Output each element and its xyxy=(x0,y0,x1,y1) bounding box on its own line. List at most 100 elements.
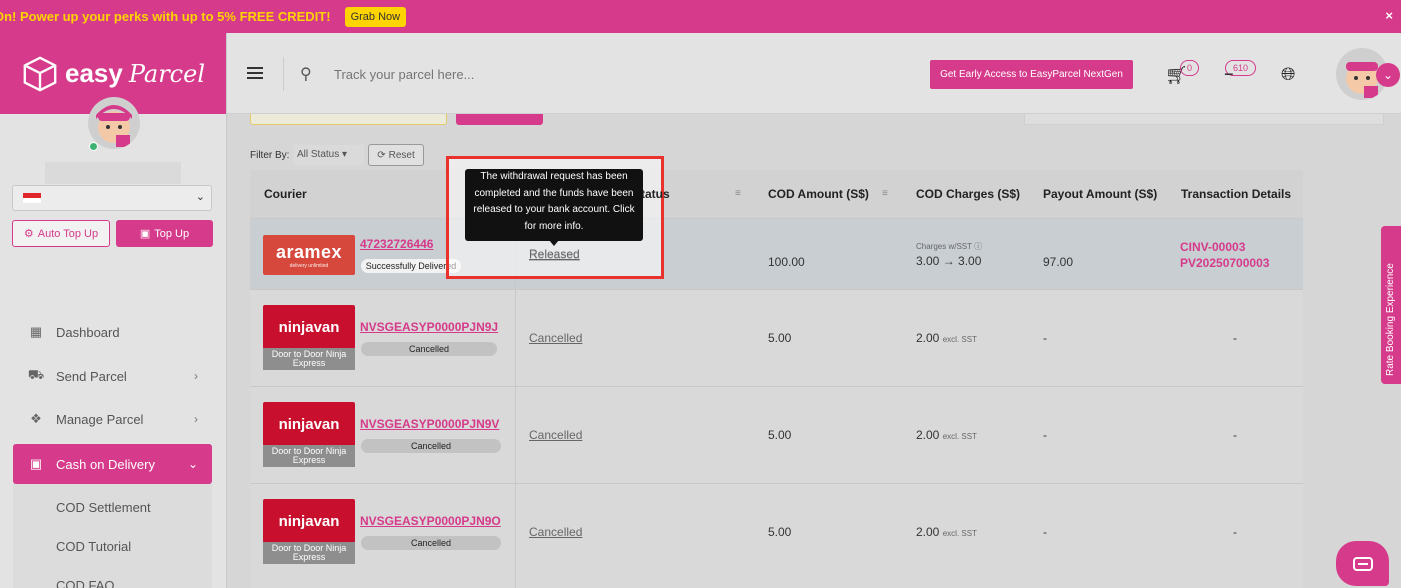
profile-chevron-down-icon[interactable]: ⌄ xyxy=(1376,63,1400,87)
transaction-details: - xyxy=(1233,428,1237,442)
col-cod-amount[interactable]: COD Amount (S$) xyxy=(768,187,869,201)
grab-now-button[interactable]: Grab Now xyxy=(344,6,407,27)
auto-top-up-label: Auto Top Up xyxy=(37,227,99,240)
tooltip-arrow xyxy=(549,240,559,246)
tracking-link[interactable]: NVSGEASYP0000PJN9J xyxy=(360,320,498,334)
table-row: ninjavan Door to Door Ninja Express NVSG… xyxy=(250,386,1303,483)
logo-script: Parcel xyxy=(128,59,205,88)
sidebar: easy Parcel ⌄ ⚙ Auto Top Up ▣ Top Up ▦ D… xyxy=(0,33,227,588)
payout-status-link[interactable]: Cancelled xyxy=(529,331,582,345)
chevron-right-icon: › xyxy=(194,369,198,383)
header-divider xyxy=(283,57,284,91)
ninjavan-logo: ninjavan xyxy=(263,402,355,446)
cod-charges: 2.00 excl. SST xyxy=(916,331,977,345)
close-icon[interactable]: × xyxy=(1385,8,1393,23)
sidebar-subitem-cod-settlement[interactable]: COD Settlement xyxy=(56,500,151,515)
excl-sst-label: excl. SST xyxy=(942,529,977,538)
ninjavan-logo: ninjavan xyxy=(263,305,355,349)
gear-icon: ⚙ xyxy=(23,228,34,240)
service-tag: Door to Door Ninja Express xyxy=(263,542,355,564)
avatar[interactable] xyxy=(88,97,140,149)
table-header: Courier ≡ COD Amount (S$) ≡ COD Charges … xyxy=(250,170,1303,218)
country-select[interactable]: ⌄ xyxy=(12,185,212,211)
avatar-illustration-icon xyxy=(96,105,132,147)
promo-banner: On! Power up your perks with up to 5% FR… xyxy=(0,0,1401,33)
search-input[interactable] xyxy=(334,62,734,86)
cod-charges: 2.00 excl. SST xyxy=(916,428,977,442)
globe-icon[interactable]: 🌐︎ xyxy=(1281,64,1295,85)
cod-amount: 5.00 xyxy=(768,428,792,442)
col-courier[interactable]: Courier xyxy=(264,187,307,201)
search-button-partial[interactable] xyxy=(456,114,543,125)
table-row: ninjavan Door to Door Ninja Express NVSG… xyxy=(250,289,1303,386)
status-filter-select[interactable]: All Status ▾ xyxy=(294,145,364,165)
nextgen-access-button[interactable]: Get Early Access to EasyParcel NextGen xyxy=(930,60,1133,89)
dashboard-icon: ▦ xyxy=(29,324,43,339)
reset-button[interactable]: ⟳ Reset xyxy=(368,144,424,166)
auto-top-up-button[interactable]: ⚙ Auto Top Up xyxy=(12,220,110,247)
sidebar-item-cash-on-delivery[interactable]: ▣ Cash on Delivery ⌄ xyxy=(13,444,212,484)
sort-icon[interactable]: ≡ xyxy=(735,188,741,199)
sidebar-subitem-cod-tutorial[interactable]: COD Tutorial xyxy=(56,539,131,554)
tracking-link[interactable]: NVSGEASYP0000PJN9O xyxy=(360,514,501,528)
col-transaction-details[interactable]: Transaction Details xyxy=(1181,187,1291,201)
payout-amount: - xyxy=(1043,428,1047,442)
sidebar-item-label: Cash on Delivery xyxy=(56,456,155,472)
cod-submenu: COD Settlement COD Tutorial COD FAQ xyxy=(13,484,212,588)
user-name-placeholder xyxy=(45,162,181,184)
search-icon: ⚲ xyxy=(300,66,312,83)
payout-status-link[interactable]: Cancelled xyxy=(529,428,582,442)
cod-amount: 5.00 xyxy=(768,331,792,345)
status-badge: Cancelled xyxy=(361,342,497,356)
sidebar-item-manage-parcel[interactable]: ❖ Manage Parcel › xyxy=(13,400,212,438)
chevron-right-icon: › xyxy=(194,412,198,426)
cod-charges: 2.00 excl. SST xyxy=(916,525,977,539)
sidebar-item-label: Manage Parcel xyxy=(56,411,144,427)
released-status-link[interactable]: Released xyxy=(529,247,580,261)
sort-icon[interactable]: ≡ xyxy=(882,188,888,199)
top-header: ⚲ Get Early Access to EasyParcel NextGen… xyxy=(227,33,1401,114)
tracking-link[interactable]: NVSGEASYP0000PJN9V xyxy=(360,417,499,431)
bell-icon[interactable]: ▔ xyxy=(1225,75,1233,86)
menu-icon[interactable] xyxy=(247,67,263,79)
cod-amount: 5.00 xyxy=(768,525,792,539)
filter-label: Filter By: xyxy=(250,150,290,161)
sidebar-item-dashboard[interactable]: ▦ Dashboard xyxy=(13,313,212,351)
service-tag: Door to Door Ninja Express xyxy=(263,348,355,370)
cod-amount: 100.00 xyxy=(768,255,805,269)
col-payout-amount[interactable]: Payout Amount (S$) xyxy=(1043,187,1157,201)
payout-amount: - xyxy=(1043,331,1047,345)
chat-button[interactable] xyxy=(1336,541,1389,586)
cod-charges-value: 2.00 xyxy=(916,525,940,539)
chevron-down-icon: ⌄ xyxy=(195,191,205,203)
box-logo-icon xyxy=(23,56,57,91)
cod-charges-value: 2.00 xyxy=(916,428,940,442)
cart-count-badge: 0 xyxy=(1180,60,1199,76)
sidebar-item-label: Dashboard xyxy=(56,324,120,340)
sidebar-subitem-cod-faq[interactable]: COD FAQ xyxy=(56,578,115,588)
chevron-down-icon: ⌄ xyxy=(187,457,198,471)
invoice-link[interactable]: CINV-00003 xyxy=(1180,239,1269,255)
transaction-details[interactable]: CINV-00003 PV20250700003 xyxy=(1180,239,1269,271)
refresh-icon: ⟳ xyxy=(377,149,386,161)
courier-tagline: delivery unlimited xyxy=(289,262,329,269)
search-field-partial[interactable] xyxy=(250,114,447,125)
rate-booking-tab[interactable]: Rate Booking Experience xyxy=(1381,226,1401,384)
cod-charges-value: 2.00 xyxy=(916,331,940,345)
sidebar-item-label: Send Parcel xyxy=(56,368,127,384)
sidebar-item-send-parcel[interactable]: ⛟ Send Parcel › xyxy=(13,357,212,395)
payout-amount: - xyxy=(1043,525,1047,539)
transaction-details: - xyxy=(1233,331,1237,345)
notification-count-badge[interactable]: 610 xyxy=(1225,60,1256,76)
tracking-link[interactable]: 47232726446 xyxy=(360,237,433,251)
date-range-partial[interactable] xyxy=(1024,114,1384,125)
table-row: aramex delivery unlimited 47232726446 Su… xyxy=(250,218,1303,289)
payment-voucher-link[interactable]: PV20250700003 xyxy=(1180,255,1269,271)
transaction-details: - xyxy=(1233,525,1237,539)
aramex-logo: aramex delivery unlimited xyxy=(263,235,355,275)
top-up-button[interactable]: ▣ Top Up xyxy=(116,220,213,247)
truck-icon: ⛟ xyxy=(27,367,45,382)
payout-status-link[interactable]: Cancelled xyxy=(529,525,582,539)
col-cod-charges[interactable]: COD Charges (S$) xyxy=(916,187,1020,201)
cod-charges: 3.00 → 3.00 xyxy=(916,254,982,268)
